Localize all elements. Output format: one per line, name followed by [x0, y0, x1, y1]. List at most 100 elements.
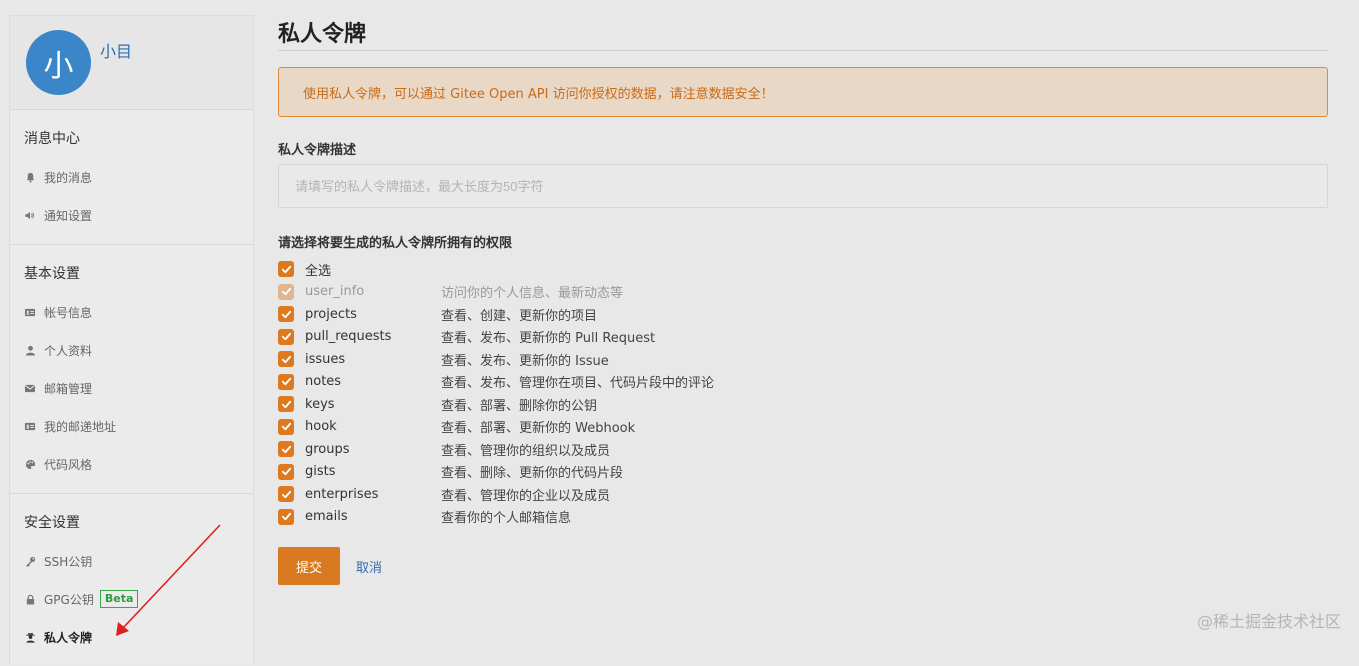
check-icon [281, 513, 291, 521]
palette-icon [24, 458, 36, 470]
check-icon [281, 490, 291, 498]
permission-row[interactable]: projects 查看、创建、更新你的项目 [278, 303, 1328, 326]
sidebar-item[interactable]: 个人资料 [10, 331, 253, 369]
permission-name: pull_requests [305, 329, 392, 345]
permission-row[interactable]: gists 查看、删除、更新你的代码片段 [278, 461, 1328, 484]
check-icon [281, 333, 291, 341]
permission-checkbox[interactable] [278, 508, 294, 525]
user-icon [24, 344, 36, 356]
beta-badge: Beta [99, 590, 139, 608]
cancel-link[interactable]: 取消 [356, 557, 382, 576]
permission-desc: 查看、管理你的组织以及成员 [441, 443, 611, 459]
permission-checkbox[interactable] [278, 306, 294, 323]
permission-name: gists [305, 464, 336, 480]
permission-checkbox[interactable] [278, 486, 294, 503]
permission-name: hook [305, 419, 337, 435]
sidebar-section-title: 基本设置 [24, 266, 80, 282]
sidebar-item-label: GPG公钥 [44, 592, 94, 607]
watermark: @稀土掘金技术社区 [1196, 612, 1341, 631]
permission-checkbox[interactable] [278, 396, 294, 413]
permission-name: enterprises [305, 486, 379, 502]
select-all-row[interactable]: 全选 [278, 258, 1328, 281]
permission-row[interactable]: pull_requests 查看、发布、更新你的 Pull Request [278, 326, 1328, 349]
permission-desc: 查看、部署、更新你的 Webhook [441, 421, 636, 437]
permission-desc: 查看、部署、删除你的公钥 [441, 398, 598, 414]
permission-checkbox [278, 283, 294, 300]
sidebar-item[interactable]: 帐号信息 [10, 293, 253, 331]
info-alert: 使用私人令牌，可以通过 Gitee Open API 访问你授权的数据，请注意数… [278, 67, 1328, 117]
permission-desc: 查看、删除、更新你的代码片段 [441, 466, 624, 482]
form-actions: 提交 取消 [278, 547, 1328, 585]
permissions-title: 请选择将要生成的私人令牌所拥有的权限 [278, 236, 513, 251]
desc-label: 私人令牌描述 [278, 143, 357, 158]
sidebar-item[interactable]: 私人令牌 [10, 618, 253, 656]
sidebar-item[interactable]: 邮箱管理 [10, 369, 253, 407]
permission-row[interactable]: emails 查看你的个人邮箱信息 [278, 506, 1328, 529]
permission-row[interactable]: hook 查看、部署、更新你的 Webhook [278, 416, 1328, 439]
avatar[interactable]: 小 [26, 30, 91, 95]
sidebar-item[interactable]: GPG公钥 Beta [10, 580, 253, 618]
profile-card: 小 小目 [10, 16, 253, 110]
permission-name: notes [305, 374, 342, 390]
sidebar-item[interactable]: SSH公钥 [10, 542, 253, 580]
permission-desc: 查看、创建、更新你的项目 [441, 308, 598, 324]
sidebar-item-label: 我的邮递地址 [44, 419, 117, 434]
permission-row: user_info 访问你的个人信息、最新动态等 [278, 281, 1328, 304]
permission-checkbox[interactable] [278, 351, 294, 368]
sidebar-item-label: 代码风格 [44, 457, 93, 472]
permission-checkbox[interactable] [278, 463, 294, 480]
check-icon [281, 355, 291, 363]
sidebar: 小 小目 消息中心我的消息 通知设置基本设置帐号信息个人资料邮箱管理我的邮递地址代… [9, 15, 254, 665]
permission-desc: 查看、发布、更新你的 Pull Request [441, 331, 656, 347]
permission-checkbox[interactable] [278, 373, 294, 390]
page-title: 私人令牌 [278, 16, 1328, 51]
permission-row[interactable]: keys 查看、部署、删除你的公钥 [278, 393, 1328, 416]
check-icon [281, 378, 291, 386]
check-icon [281, 265, 291, 273]
bell-icon [24, 171, 36, 183]
check-icon [281, 445, 291, 453]
check-icon [281, 400, 291, 408]
sidebar-nav: 消息中心我的消息 通知设置基本设置帐号信息个人资料邮箱管理我的邮递地址 代码风格安全… [10, 110, 253, 666]
permission-desc: 查看、发布、管理你在项目、代码片段中的评论 [441, 376, 715, 392]
sidebar-item-label: 个人资料 [44, 343, 93, 358]
lock-icon [24, 593, 36, 605]
permission-desc: 查看你的个人邮箱信息 [441, 511, 572, 527]
permission-row[interactable]: notes 查看、发布、管理你在项目、代码片段中的评论 [278, 371, 1328, 394]
sidebar-item[interactable]: 我的消息 [10, 158, 253, 196]
permission-name: keys [305, 396, 335, 412]
permission-name: groups [305, 441, 350, 457]
sidebar-item[interactable]: 代码风格 [10, 445, 253, 483]
sidebar-section: 基本设置帐号信息个人资料邮箱管理我的邮递地址 代码风格 [10, 245, 253, 494]
envelope-icon [24, 382, 36, 394]
sidebar-item[interactable]: 我的邮递地址 [10, 407, 253, 445]
permission-name: issues [305, 351, 346, 367]
sidebar-section: 消息中心我的消息 通知设置 [10, 110, 253, 245]
check-icon [281, 310, 291, 318]
submit-button[interactable]: 提交 [278, 547, 340, 585]
speaker-icon [24, 209, 36, 221]
sidebar-item-label: SSH公钥 [44, 554, 93, 569]
permission-name: user_info [305, 284, 365, 300]
permission-row[interactable]: issues 查看、发布、更新你的 Issue [278, 348, 1328, 371]
sidebar-item-label: 帐号信息 [44, 305, 93, 320]
permission-row[interactable]: groups 查看、管理你的组织以及成员 [278, 438, 1328, 461]
permission-checkbox[interactable] [278, 441, 294, 458]
permission-checkbox[interactable] [278, 418, 294, 435]
main-content: 私人令牌 使用私人令牌，可以通过 Gitee Open API 访问你授权的数据… [278, 0, 1328, 585]
check-icon [281, 423, 291, 431]
select-all-label: 全选 [305, 263, 332, 279]
sidebar-section-title: 消息中心 [24, 131, 80, 147]
permission-row[interactable]: enterprises 查看、管理你的企业以及成员 [278, 483, 1328, 506]
username[interactable]: 小目 [100, 38, 132, 62]
key-icon [24, 555, 36, 567]
sidebar-section-title: 安全设置 [24, 515, 80, 531]
permission-checkbox[interactable] [278, 328, 294, 345]
check-icon [281, 288, 291, 296]
sidebar-item-label: 私人令牌 [44, 630, 93, 645]
check-icon [281, 468, 291, 476]
token-desc-input[interactable] [278, 164, 1328, 208]
select-all-checkbox[interactable] [278, 261, 294, 278]
user-secret-icon [24, 631, 36, 643]
sidebar-item[interactable]: 通知设置 [10, 196, 253, 234]
